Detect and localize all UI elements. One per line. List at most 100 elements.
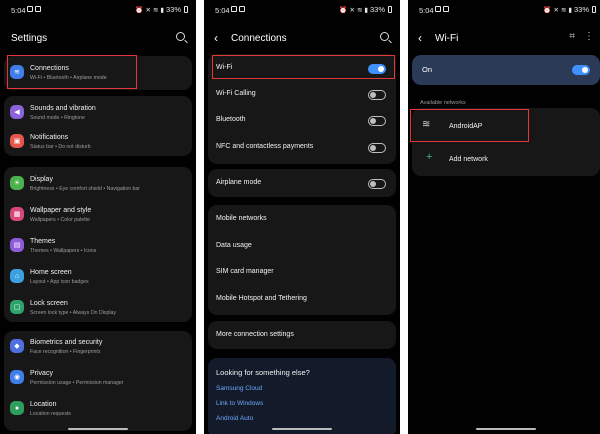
settings-item-notifications[interactable]: ▣ Notifications Status bar • Do not dist… [4,129,192,155]
settings-item-themes[interactable]: ▤ Themes Themes • Wallpapers • Icons [4,233,192,259]
data-usage-row[interactable]: Data usage [208,233,396,259]
image-icon [443,6,449,12]
search-icon[interactable] [380,32,389,41]
home-icon: ⌂ [10,269,24,283]
settings-item-biometrics[interactable]: ◆ Biometrics and security Face recogniti… [4,334,192,360]
bluetooth-toggle[interactable] [368,116,386,126]
more-card: More connection settings [208,321,396,349]
notification-icon [231,6,237,12]
status-time: 5:04 [215,6,230,15]
nav-handle [272,427,332,430]
available-networks-header: Available networks [420,100,466,106]
sounds-notifications-card: ◀ Sounds and vibration Sound mode • Ring… [4,96,192,156]
airplane-mode-row[interactable]: Airplane mode [208,170,396,196]
wifi-header: ‹ Wi-Fi ⌗ ⋮ [408,30,600,48]
suggestions-card: Looking for something else? Samsung Clou… [208,358,396,434]
status-time: 5:04 [11,6,26,15]
privacy-icon: ◉ [10,370,24,384]
qr-scan-icon[interactable]: ⌗ [569,31,575,42]
signal-icon: ▮ [568,6,572,14]
wifi-screen: 5:04 ⏰ ✕ ≋ ▮ 33% ‹ Wi-Fi ⌗ ⋮ On Availabl… [408,0,600,434]
wifi-status-icon: ≋ [152,6,159,14]
signal-icon: ▮ [364,6,368,14]
settings-item-privacy[interactable]: ◉ Privacy Permission usage • Permission … [4,365,192,391]
more-options-icon[interactable]: ⋮ [584,31,594,42]
suggestions-title: Looking for something else? [216,368,310,377]
more-connection-settings-row[interactable]: More connection settings [208,322,396,348]
notification-icon [27,6,33,12]
lock-icon: ▢ [10,300,24,314]
mute-icon: ✕ [145,6,151,14]
sim-card-manager-row[interactable]: SIM card manager [208,259,396,285]
back-arrow-icon[interactable]: ‹ [418,31,422,45]
back-arrow-icon[interactable]: ‹ [214,31,218,45]
mobile-networks-row[interactable]: Mobile networks [208,206,396,232]
status-bar: 5:04 ⏰ ✕ ≋ ▮ 33% [0,0,196,18]
nfc-row[interactable]: NFC and contactless payments [208,134,396,160]
signal-icon: ▮ [160,6,164,14]
plus-icon: + [426,151,433,163]
highlight-box [7,55,137,89]
add-network-row[interactable]: + Add network [412,147,600,173]
display-card: ☀ Display Brightness • Eye comfort shiel… [4,167,192,322]
battery-icon [388,6,392,13]
settings-item-display[interactable]: ☀ Display Brightness • Eye comfort shiel… [4,171,192,197]
security-card: ◆ Biometrics and security Face recogniti… [4,331,192,431]
settings-item-home-screen[interactable]: ⌂ Home screen Layout • App icon badges [4,264,192,290]
settings-item-sounds[interactable]: ◀ Sounds and vibration Sound mode • Ring… [4,100,192,126]
wifi-master-card[interactable]: On [412,55,600,85]
page-title: Wi-Fi [435,33,459,44]
alarm-icon: ⏰ [339,6,348,14]
status-bar: 5:04 ⏰ ✕ ≋ ▮ 33% [204,0,400,18]
notification-icon: ▣ [10,134,24,148]
hotspot-row[interactable]: Mobile Hotspot and Tethering [208,286,396,312]
wifi-calling-row[interactable]: Wi-Fi Calling [208,81,396,107]
nav-handle [476,427,536,430]
highlight-box [212,55,395,79]
nfc-toggle[interactable] [368,143,386,153]
settings-item-lock-screen[interactable]: ▢ Lock screen Screen lock type • Always … [4,295,192,321]
sun-icon: ☀ [10,176,24,190]
image-icon [35,6,41,12]
bluetooth-row[interactable]: Bluetooth [208,107,396,133]
themes-icon: ▤ [10,238,24,252]
connections-header: ‹ Connections [204,30,400,48]
page-title: Connections [231,33,287,44]
battery-icon [592,6,596,13]
search-icon[interactable] [176,32,185,41]
network-card: Mobile networks Data usage SIM card mana… [208,205,396,315]
airplane-mode-toggle[interactable] [368,179,386,189]
wifi-status-icon: ≋ [560,6,567,14]
wifi-status-icon: ≋ [356,6,363,14]
wifi-on-label: On [422,65,433,74]
speaker-icon: ◀ [10,105,24,119]
link-to-windows-link[interactable]: Link to Windows [216,400,263,407]
battery-percent: 33% [573,5,589,14]
settings-screen: 5:04 ⏰ ✕ ≋ ▮ 33% Settings ≋ Connections … [0,0,196,434]
notification-icon [435,6,441,12]
mute-icon: ✕ [553,6,559,14]
connections-screen: 5:04 ⏰ ✕ ≋ ▮ 33% ‹ Connections Wi-Fi Wi-… [204,0,400,434]
page-title: Settings [11,33,48,44]
wallpaper-icon: ▦ [10,207,24,221]
mute-icon: ✕ [349,6,355,14]
alarm-icon: ⏰ [135,6,144,14]
battery-percent: 33% [165,5,181,14]
settings-item-location[interactable]: ● Location Location requests [4,396,192,422]
status-bar: 5:04 ⏰ ✕ ≋ ▮ 33% [408,0,600,18]
settings-item-wallpaper[interactable]: ▦ Wallpaper and style Wallpapers • Color… [4,202,192,228]
battery-icon [184,6,188,13]
android-auto-link[interactable]: Android Auto [216,415,253,422]
location-icon: ● [10,401,24,415]
samsung-cloud-link[interactable]: Samsung Cloud [216,385,262,392]
image-icon [239,6,245,12]
settings-header: Settings [0,30,196,48]
nav-handle [68,427,128,430]
battery-percent: 33% [369,5,385,14]
status-time: 5:04 [419,6,434,15]
add-network-label: Add network [449,156,488,163]
wifi-master-toggle[interactable] [572,65,590,75]
alarm-icon: ⏰ [543,6,552,14]
wifi-calling-toggle[interactable] [368,90,386,100]
highlight-box [410,109,529,142]
